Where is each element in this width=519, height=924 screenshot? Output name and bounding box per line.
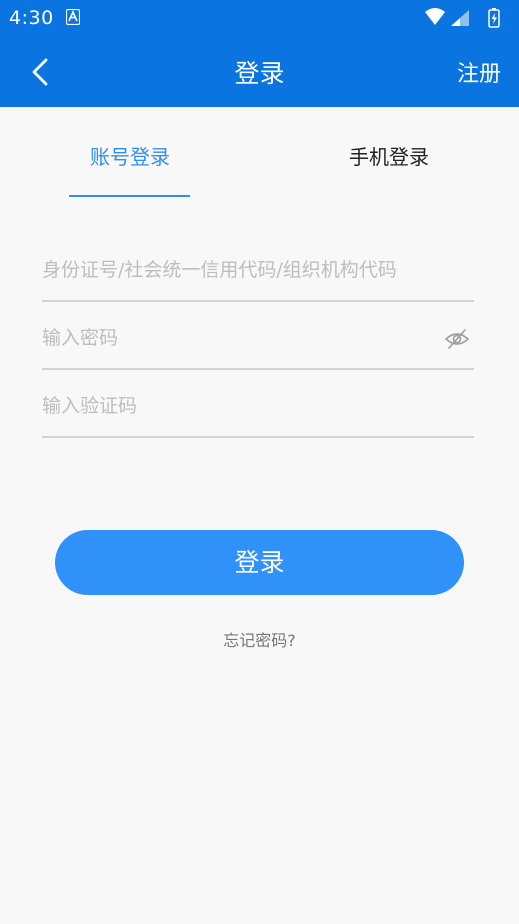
password-input[interactable] xyxy=(42,308,432,368)
tab-account-login[interactable]: 账号登录 xyxy=(90,141,170,170)
wifi-icon xyxy=(425,8,445,25)
login-button[interactable]: 登录 xyxy=(55,530,464,595)
forgot-password-link[interactable]: 忘记密码? xyxy=(0,627,519,651)
page-title: 登录 xyxy=(234,59,285,88)
tab-indicator xyxy=(69,195,190,197)
app-bar: 登录 注册 xyxy=(0,36,519,107)
battery-icon xyxy=(488,8,500,28)
verification-code-input[interactable] xyxy=(42,376,432,436)
signal-icon xyxy=(451,10,469,26)
register-link[interactable]: 注册 xyxy=(457,56,501,88)
eye-off-icon[interactable] xyxy=(444,326,470,352)
id-field xyxy=(42,240,474,302)
notification-a-icon xyxy=(65,8,81,26)
status-time: 4:30 xyxy=(9,7,54,29)
password-field xyxy=(42,308,474,370)
login-tabs: 账号登录 手机登录 xyxy=(0,107,519,199)
status-icons xyxy=(423,7,511,29)
status-bar: 4:30 xyxy=(0,0,519,36)
verification-code-field xyxy=(42,376,474,438)
id-input[interactable] xyxy=(42,240,432,300)
tab-phone-login[interactable]: 手机登录 xyxy=(349,141,429,170)
